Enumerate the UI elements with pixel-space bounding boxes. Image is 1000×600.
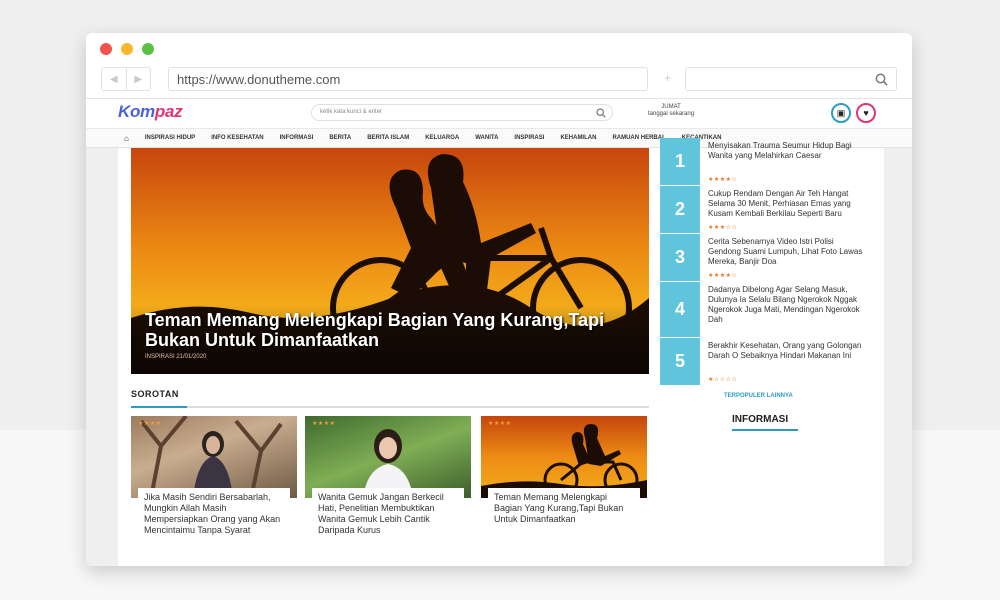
rank-number: 4: [660, 282, 700, 338]
camera-icon[interactable]: ▣: [831, 103, 851, 123]
maximize-window-button[interactable]: [142, 43, 154, 55]
card-caption[interactable]: Jika Masih Sendiri Bersabarlah, Mungkin …: [138, 488, 290, 566]
menu-item[interactable]: BERITA: [329, 135, 351, 141]
logo-part-b: paz: [154, 102, 183, 121]
menu-item[interactable]: RAMUAN HERBAL: [612, 135, 665, 141]
site-search-input[interactable]: ketik kata kunci & enter: [311, 104, 613, 121]
section-divider: [131, 406, 649, 408]
rank-number: 1: [660, 138, 700, 186]
menu-item[interactable]: INFO KESEHATAN: [211, 135, 263, 141]
search-icon: [875, 73, 888, 86]
menu-item[interactable]: BERITA ISLAM: [367, 135, 409, 141]
portrait-image: [363, 429, 413, 498]
rank-number: 2: [660, 186, 700, 234]
home-icon[interactable]: ⌂: [124, 134, 129, 143]
forward-icon[interactable]: ▶: [127, 68, 151, 90]
rank-title[interactable]: Dadanya Dibelong Agar Selang Masuk, Dulu…: [708, 285, 868, 325]
nav-buttons: ◀ ▶: [101, 67, 151, 91]
menu-item[interactable]: INSPIRASI: [514, 135, 544, 141]
article-card[interactable]: ★★★★ Teman Memang Melengkapi Bagian Yang…: [481, 416, 647, 566]
more-popular-link[interactable]: TERPOPULER LAINNYA: [724, 393, 793, 399]
date-display: JUMAT tanggal sekarang: [648, 104, 694, 118]
card-image[interactable]: ★★★★: [131, 416, 297, 498]
card-caption[interactable]: Teman Memang Melengkapi Bagian Yang Kura…: [488, 488, 640, 566]
menu-item[interactable]: WANITA: [475, 135, 498, 141]
list-item[interactable]: 2 Cukup Rendam Dengan Air Teh Hangat Sel…: [660, 186, 870, 234]
date-day: JUMAT: [661, 104, 681, 110]
article-card[interactable]: ★★★★ Wanita Gemuk Jangan Berkecil Hati, …: [305, 416, 471, 566]
menu-item[interactable]: INSPIRASI HIDUP: [145, 135, 195, 141]
site-header: Kompaz ketik kata kunci & enter JUMAT ta…: [86, 99, 912, 128]
heart-icon[interactable]: ♥: [856, 103, 876, 123]
rank-number: 3: [660, 234, 700, 282]
close-window-button[interactable]: [100, 43, 112, 55]
card-image[interactable]: ★★★★: [481, 416, 647, 498]
browser-search-field[interactable]: [685, 67, 897, 91]
address-bar[interactable]: https://www.donutheme.com: [168, 67, 648, 91]
tree-image: [139, 416, 283, 498]
browser-window: ◀ ▶ https://www.donutheme.com + Kompaz k…: [86, 33, 912, 566]
rating-stars: ★★★★☆: [708, 177, 738, 183]
logo-part-a: Kom: [118, 102, 155, 121]
list-item[interactable]: 4 Dadanya Dibelong Agar Selang Masuk, Du…: [660, 282, 870, 338]
hero-article[interactable]: Teman Memang Melengkapi Bagian Yang Kura…: [131, 148, 649, 374]
search-icon[interactable]: [596, 108, 606, 118]
rank-title[interactable]: Cerita Sebenarnya Video Istri Polisi Gen…: [708, 237, 868, 267]
rating-stars: ★★★☆☆: [708, 225, 738, 231]
web-viewport: Kompaz ketik kata kunci & enter JUMAT ta…: [86, 99, 912, 566]
menu-item[interactable]: KELUARGA: [425, 135, 459, 141]
hero-title[interactable]: Teman Memang Melengkapi Bagian Yang Kura…: [145, 310, 615, 350]
menu-item[interactable]: KEHAMILAN: [560, 135, 596, 141]
list-item[interactable]: 5 Berakhir Kesehatan, Orang yang Golonga…: [660, 338, 870, 386]
card-caption[interactable]: Wanita Gemuk Jangan Berkecil Hati, Penel…: [312, 488, 464, 566]
date-sub: tanggal sekarang: [648, 111, 695, 117]
card-rating: ★★★★: [312, 421, 336, 427]
card-image[interactable]: ★★★★: [305, 416, 471, 498]
bicycle-image: [481, 424, 647, 498]
card-rating: ★★★★: [138, 421, 162, 427]
section-title-informasi: INFORMASI: [732, 414, 789, 425]
section-divider: [732, 429, 798, 431]
card-rating: ★★★★: [488, 421, 512, 427]
browser-chrome: ◀ ▶ https://www.donutheme.com +: [86, 33, 912, 99]
minimize-window-button[interactable]: [121, 43, 133, 55]
back-icon[interactable]: ◀: [102, 68, 127, 90]
popular-list: 1 Menyisakan Trauma Seumur Hidup Bagi Wa…: [660, 138, 870, 388]
rank-title[interactable]: Menyisakan Trauma Seumur Hidup Bagi Wani…: [708, 141, 868, 161]
rank-number: 5: [660, 338, 700, 386]
site-logo[interactable]: Kompaz: [118, 102, 183, 122]
list-item[interactable]: 1 Menyisakan Trauma Seumur Hidup Bagi Wa…: [660, 138, 870, 186]
rating-stars: ★★★★☆: [708, 273, 738, 279]
new-tab-icon[interactable]: +: [664, 71, 671, 85]
rank-title[interactable]: Berakhir Kesehatan, Orang yang Golongan …: [708, 341, 868, 361]
section-title-sorotan: SOROTAN: [131, 389, 179, 399]
list-item[interactable]: 3 Cerita Sebenarnya Video Istri Polisi G…: [660, 234, 870, 282]
rank-title[interactable]: Cukup Rendam Dengan Air Teh Hangat Selam…: [708, 189, 868, 219]
article-card[interactable]: ★★★★ Jika Masih Sendiri Bersabarlah, Mun…: [131, 416, 297, 566]
hero-meta: INSPIRASI 21/01/2020: [145, 354, 207, 360]
rating-stars: ★☆☆☆☆: [708, 377, 738, 383]
search-placeholder: ketik kata kunci & enter: [320, 109, 383, 115]
menu-item[interactable]: INFORMASI: [280, 135, 314, 141]
